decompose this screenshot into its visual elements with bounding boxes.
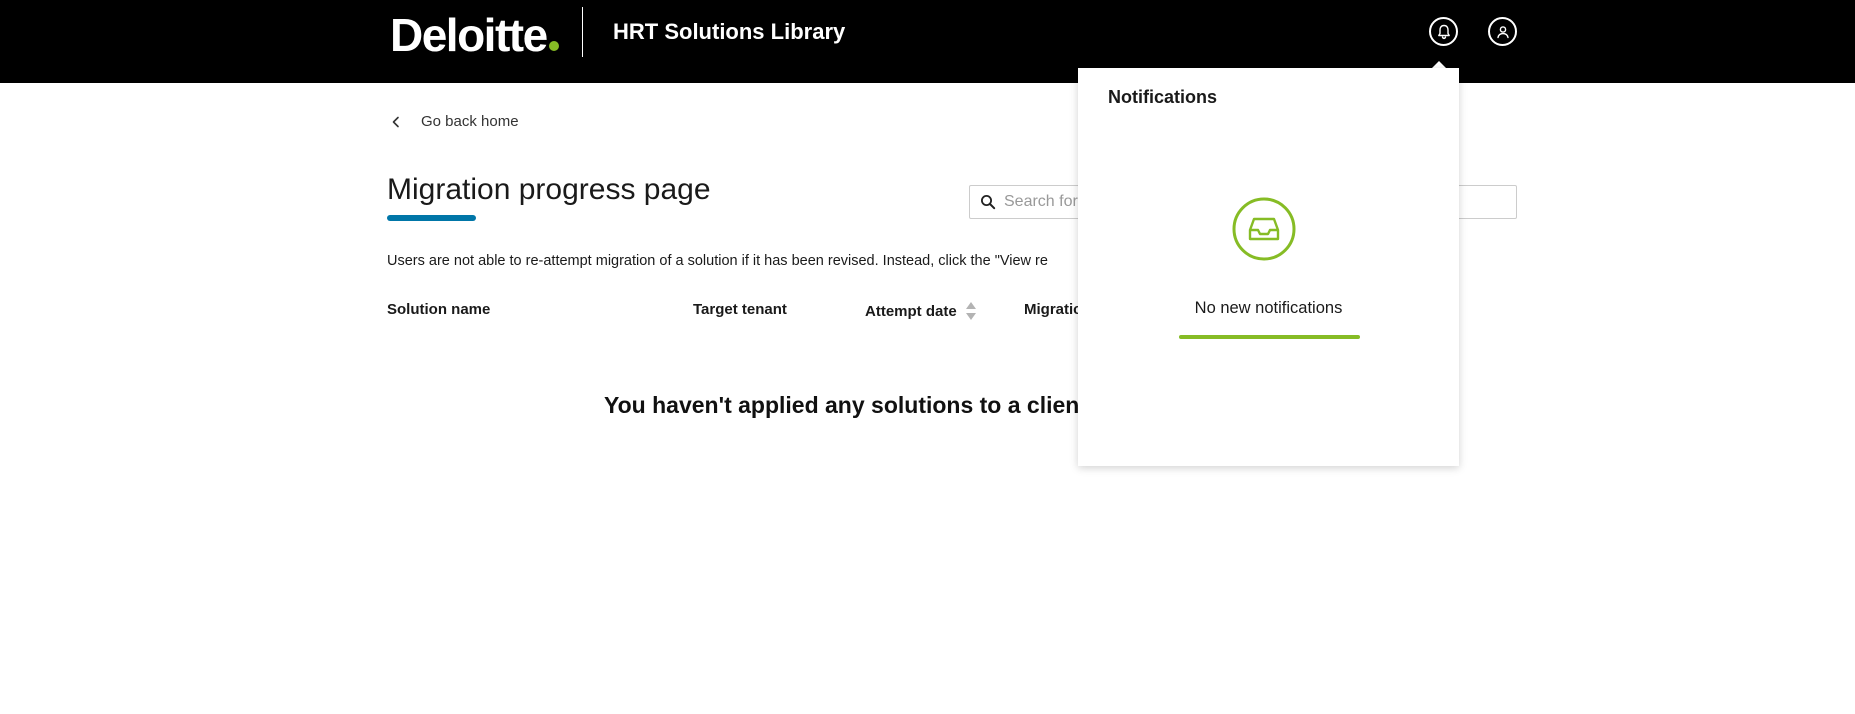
no-notifications-underline xyxy=(1179,335,1360,339)
app-title[interactable]: HRT Solutions Library xyxy=(613,17,845,47)
deloitte-logo[interactable]: Deloitte xyxy=(390,10,559,60)
go-back-home-label: Go back home xyxy=(421,113,519,130)
notifications-title: Notifications xyxy=(1108,87,1218,107)
header-divider xyxy=(582,7,583,57)
column-header-attempt-date[interactable]: Attempt date xyxy=(865,301,977,321)
go-back-home-link[interactable]: Go back home xyxy=(388,113,519,130)
title-underline xyxy=(387,215,476,221)
column-header-migration-status[interactable]: Migratic xyxy=(1024,301,1084,318)
column-header-solution-name[interactable]: Solution name xyxy=(387,301,490,318)
info-text: Users are not able to re-attempt migrati… xyxy=(387,253,1048,269)
empty-state-message: You haven't applied any solutions to a c… xyxy=(604,392,1079,418)
notifications-panel: Notifications No new notifications xyxy=(1078,68,1459,466)
brand-dot xyxy=(548,41,559,51)
top-bar: Deloitte HRT Solutions Library xyxy=(0,0,1855,83)
sort-icon[interactable] xyxy=(965,301,977,321)
profile-button[interactable] xyxy=(1488,17,1517,46)
column-header-attempt-date-label: Attempt date xyxy=(865,302,957,320)
bell-icon xyxy=(1437,24,1450,39)
user-icon xyxy=(1496,25,1509,38)
no-notifications-text: No new notifications xyxy=(1194,299,1343,317)
brand-name: Deloitte xyxy=(390,9,548,61)
page-title: Migration progress page xyxy=(387,173,711,206)
chevron-left-icon xyxy=(392,116,399,127)
column-header-target-tenant[interactable]: Target tenant xyxy=(693,301,787,318)
notifications-button[interactable] xyxy=(1429,17,1458,46)
inbox-icon xyxy=(1232,197,1296,261)
search-icon xyxy=(981,195,996,210)
